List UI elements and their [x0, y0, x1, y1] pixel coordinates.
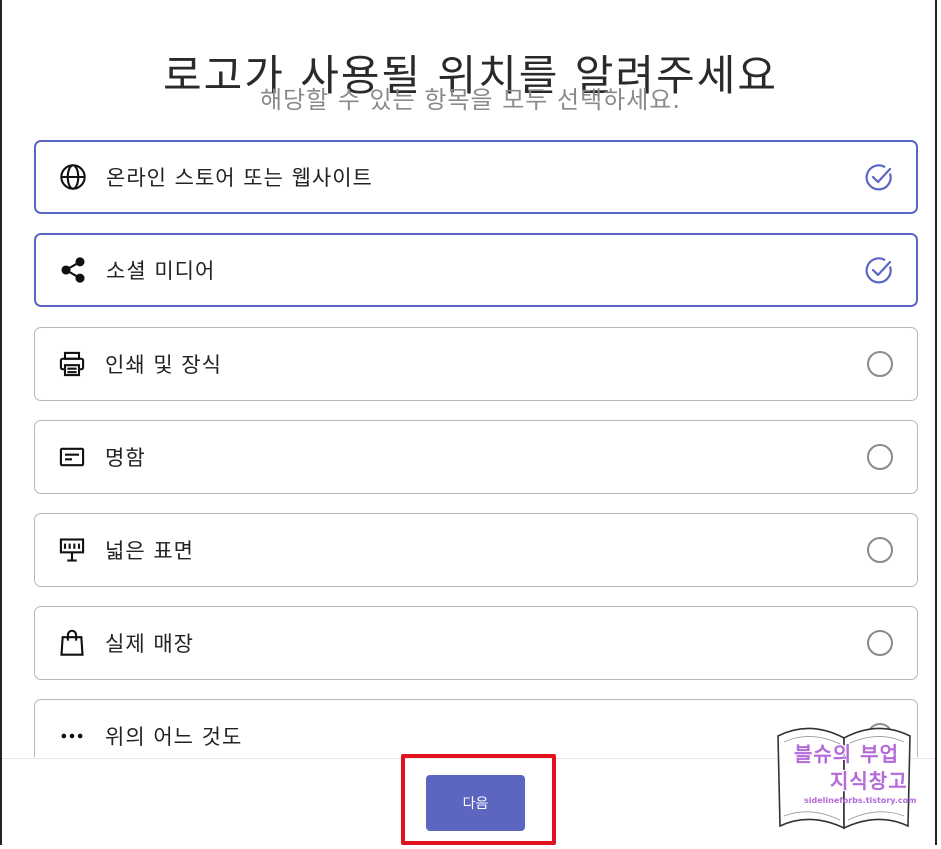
- printer-icon: [57, 349, 87, 379]
- watermark-logo: 블슈의 부업 지식창고 sidelineforbs.tistory.com: [770, 716, 920, 836]
- option-label: 실제 매장: [105, 632, 194, 656]
- next-button[interactable]: 다음: [426, 775, 525, 831]
- option-label: 온라인 스토어 또는 웹사이트: [106, 166, 373, 190]
- watermark-text-line1: 블슈의 부업: [794, 742, 899, 766]
- option-print-decor[interactable]: 인쇄 및 장식: [34, 327, 918, 401]
- billboard-icon: [57, 535, 87, 565]
- option-business-card[interactable]: 명함: [34, 420, 918, 494]
- option-social-media[interactable]: 소셜 미디어: [34, 233, 918, 307]
- option-physical-store[interactable]: 실제 매장: [34, 606, 918, 680]
- option-large-surface[interactable]: 넓은 표면: [34, 513, 918, 587]
- more-horizontal-icon: [57, 721, 87, 751]
- business-card-icon: [57, 442, 87, 472]
- options-list: 온라인 스토어 또는 웹사이트 소셜 미디어 인쇄 및 장식 명함 넓은 표면 …: [34, 140, 918, 757]
- option-label: 인쇄 및 장식: [105, 353, 222, 377]
- watermark-text-line2: 지식창고: [830, 769, 908, 793]
- unchecked-icon: [865, 535, 895, 565]
- unchecked-icon: [865, 442, 895, 472]
- shopping-bag-icon: [57, 628, 87, 658]
- globe-icon: [58, 162, 88, 192]
- checked-icon: [864, 162, 894, 192]
- page-subtitle: 해당할 수 있는 항목을 모두 선택하세요.: [259, 86, 682, 114]
- share-icon: [58, 255, 88, 285]
- unchecked-icon: [865, 349, 895, 379]
- option-label: 위의 어느 것도: [105, 725, 243, 749]
- option-label: 소셜 미디어: [106, 259, 216, 283]
- unchecked-icon: [865, 628, 895, 658]
- option-label: 넓은 표면: [105, 539, 194, 563]
- option-label: 명함: [105, 446, 146, 470]
- checked-icon: [864, 255, 894, 285]
- option-online-store[interactable]: 온라인 스토어 또는 웹사이트: [34, 140, 918, 214]
- watermark-url: sidelineforbs.tistory.com: [804, 796, 917, 805]
